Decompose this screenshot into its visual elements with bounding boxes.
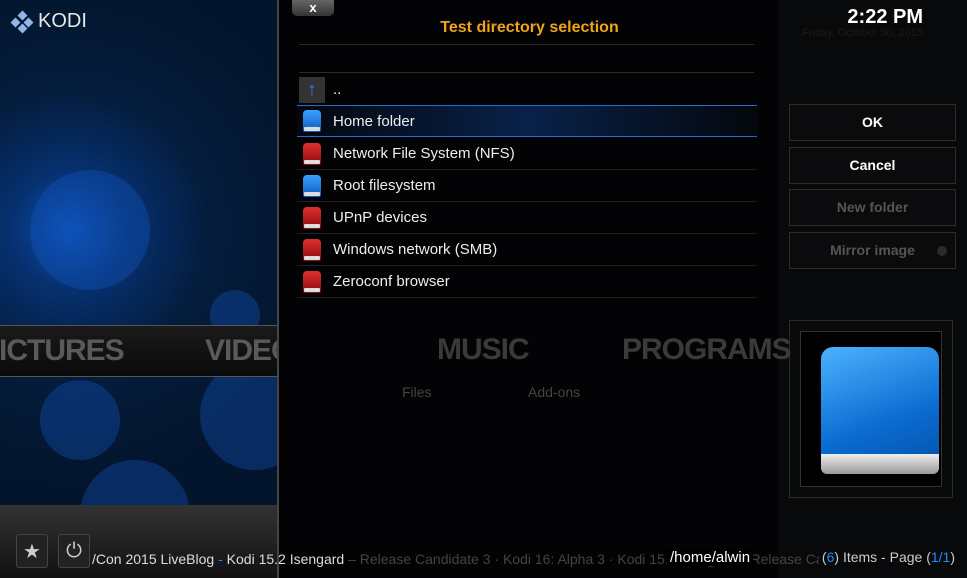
menu-item-pictures[interactable]: PICTURES	[0, 334, 125, 368]
menu-item-programs: PROGRAMS	[622, 333, 792, 366]
list-item-label: Network File System (NFS)	[333, 145, 515, 162]
side-panel: 2:22 PM Friday, October 30, 2015 OK Canc…	[778, 0, 967, 578]
network-drive-icon	[299, 237, 325, 263]
list-item-label: UPnP devices	[333, 209, 427, 226]
divider	[299, 72, 754, 73]
list-item-label: Home folder	[333, 112, 415, 130]
drive-base	[821, 454, 939, 474]
ok-button[interactable]: OK	[789, 104, 956, 141]
radio-indicator-icon	[937, 246, 947, 256]
dialog-title: Test directory selection	[440, 19, 619, 36]
list-item[interactable]: ↑..	[297, 74, 757, 106]
current-path: /home/alwin	[667, 549, 754, 566]
parent-folder-icon: ↑	[299, 76, 325, 103]
list-item-label: Zeroconf browser	[333, 273, 450, 290]
new-folder-button[interactable]: New folder	[789, 189, 956, 226]
list-item-label: Root filesystem	[333, 177, 436, 194]
favourites-button[interactable]: ★	[16, 534, 48, 568]
list-item[interactable]: UPnP devices	[297, 202, 757, 234]
directory-dialog: x Test directory selection ↑.. Home folde…	[277, 0, 778, 578]
logo-text: KODI	[38, 10, 87, 32]
list-item[interactable]: Home folder	[297, 105, 757, 137]
list-item[interactable]: Network File System (NFS)	[297, 138, 757, 170]
thumbnail-panel	[789, 320, 953, 498]
kodi-logo-icon	[10, 10, 34, 33]
home-background	[0, 0, 277, 578]
close-icon: x	[309, 0, 317, 15]
list-item-label: ..	[333, 81, 342, 98]
submenu-files: Files	[402, 384, 432, 400]
list-item[interactable]: Root filesystem	[297, 170, 757, 202]
item-count: (6) Items - Page (1/1)	[818, 549, 955, 565]
submenu-addons: Add-ons	[528, 384, 581, 400]
list-item[interactable]: Windows network (SMB)	[297, 234, 757, 266]
local-drive-icon	[299, 108, 325, 134]
local-drive-icon	[299, 173, 325, 199]
date: Friday, October 30, 2015	[802, 27, 923, 39]
kodi-logo: KODI	[10, 10, 87, 33]
mirror-image-toggle[interactable]: Mirror image	[789, 232, 956, 269]
network-drive-icon	[299, 141, 325, 167]
divider	[299, 44, 754, 45]
news-ticker: /Con 2015 LiveBlog - Kodi 15.2 Isengard …	[92, 551, 922, 567]
list-item-label: Windows network (SMB)	[333, 241, 498, 258]
star-icon: ★	[23, 540, 41, 563]
menu-item-videos[interactable]: VIDEOS	[205, 334, 277, 368]
home-menu-bar: PICTURES VIDEOS	[0, 325, 277, 377]
clock: 2:22 PM	[847, 6, 923, 28]
menu-item-music: MUSIC	[437, 333, 530, 366]
mirror-image-label: Mirror image	[830, 242, 915, 258]
close-button[interactable]: x	[292, 0, 334, 16]
network-drive-icon	[299, 205, 325, 231]
network-drive-icon	[299, 269, 325, 295]
cancel-button[interactable]: Cancel	[789, 147, 956, 184]
list-item[interactable]: Zeroconf browser	[297, 266, 757, 298]
power-icon: ⏻	[66, 539, 82, 562]
power-button[interactable]: ⏻	[58, 534, 90, 568]
